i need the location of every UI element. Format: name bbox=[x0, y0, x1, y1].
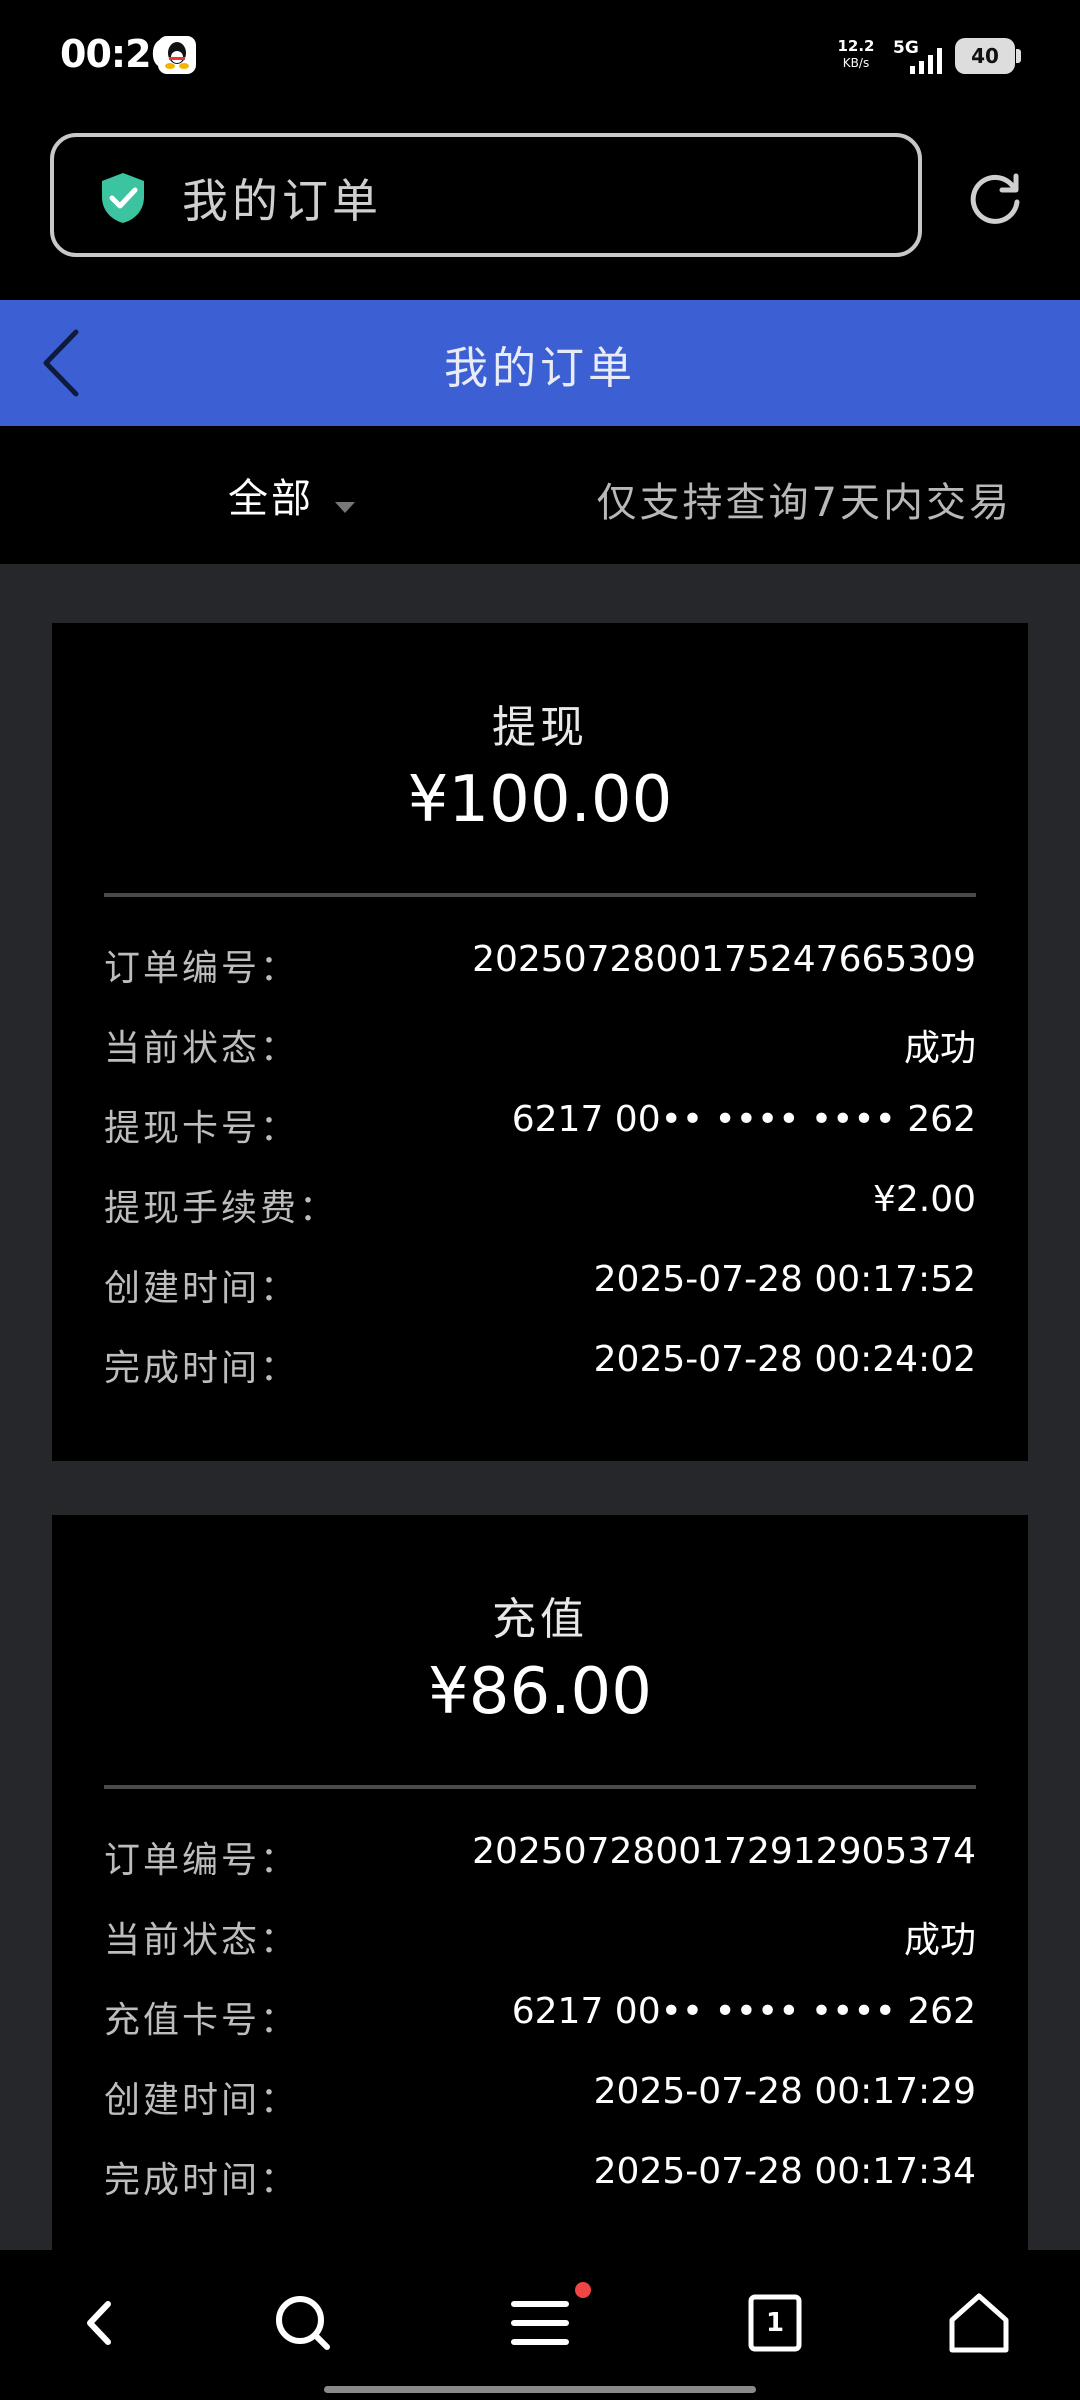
shield-check-icon bbox=[102, 173, 144, 223]
detail-label: 提现卡号： bbox=[104, 1108, 300, 1149]
created-time-row: 创建时间： 2025-07-28 00:17:52 bbox=[104, 1259, 976, 1319]
refresh-icon[interactable] bbox=[966, 170, 1024, 228]
detail-value: 成功 bbox=[903, 1920, 976, 1961]
divider bbox=[104, 1785, 976, 1789]
tabs-button[interactable]: 1 bbox=[742, 2290, 808, 2356]
order-status-row: 当前状态： 成功 bbox=[104, 1911, 976, 1971]
notification-dot bbox=[575, 2282, 591, 2298]
detail-value: 2025-07-28 00:17:34 bbox=[593, 2151, 976, 2192]
battery-icon: 40 bbox=[955, 38, 1015, 74]
order-type-dropdown[interactable]: 全部 bbox=[228, 466, 356, 524]
order-type: 充值 bbox=[492, 1594, 588, 1645]
address-text: 我的订单 bbox=[182, 174, 382, 228]
page-header: 我的订单 bbox=[0, 300, 1080, 426]
detail-value: 2025-07-28 00:17:29 bbox=[593, 2071, 976, 2112]
network-speed-unit: KB/s bbox=[842, 56, 870, 70]
tab-count: 1 bbox=[765, 2308, 785, 2338]
status-bar: 00:26 12.2 KB/s 5G 40 bbox=[0, 0, 1080, 112]
order-amount: ¥100.00 bbox=[407, 763, 673, 837]
detail-label: 充值卡号： bbox=[104, 2000, 300, 2041]
divider bbox=[104, 893, 976, 897]
page-title: 我的订单 bbox=[444, 343, 636, 394]
order-number-row: 订单编号： 2025072800175247665309 bbox=[104, 939, 976, 999]
screen: 00:26 12.2 KB/s 5G 40 我的订单 我的订单 全部 仅支持查询… bbox=[0, 0, 1080, 2400]
order-status-row: 当前状态： 成功 bbox=[104, 1019, 976, 1079]
completed-time-row: 完成时间： 2025-07-28 00:24:02 bbox=[104, 1339, 976, 1399]
card-number-row: 提现卡号： 6217 00•• •••• •••• 262 bbox=[104, 1099, 976, 1159]
search-icon[interactable] bbox=[270, 2290, 336, 2356]
created-time-row: 创建时间： 2025-07-28 00:17:29 bbox=[104, 2071, 976, 2131]
caret-down-icon bbox=[335, 502, 356, 513]
signal-strength-icon bbox=[910, 48, 942, 74]
order-card: 提现 ¥100.00 订单编号： 2025072800175247665309 … bbox=[52, 623, 1028, 1461]
card-number-row: 充值卡号： 6217 00•• •••• •••• 262 bbox=[104, 1991, 976, 2051]
detail-label: 创建时间： bbox=[104, 1268, 300, 1309]
detail-value: ¥2.00 bbox=[872, 1179, 976, 1220]
home-icon[interactable] bbox=[946, 2290, 1012, 2356]
menu-icon[interactable] bbox=[508, 2290, 574, 2356]
completed-time-row: 完成时间： 2025-07-28 00:17:34 bbox=[104, 2151, 976, 2211]
back-icon[interactable] bbox=[68, 2290, 134, 2356]
fee-row: 提现手续费： ¥2.00 bbox=[104, 1179, 976, 1239]
detail-label: 订单编号： bbox=[104, 948, 300, 989]
detail-value: 2025072800172912905374 bbox=[472, 1831, 976, 1872]
detail-value: 成功 bbox=[903, 1028, 976, 1069]
detail-value: 6217 00•• •••• •••• 262 bbox=[511, 1099, 976, 1140]
detail-label: 订单编号： bbox=[104, 1840, 300, 1881]
filter-row: 全部 仅支持查询7天内交易 bbox=[0, 426, 1080, 564]
qq-notification-icon bbox=[158, 36, 196, 74]
order-type-selected: 全部 bbox=[228, 476, 314, 522]
address-bar[interactable]: 我的订单 bbox=[50, 133, 922, 257]
detail-value: 2025072800175247665309 bbox=[472, 939, 976, 980]
battery-terminal bbox=[1016, 49, 1021, 63]
network-speed: 12.2 KB/s bbox=[836, 38, 876, 72]
detail-value: 6217 00•• •••• •••• 262 bbox=[511, 1991, 976, 2032]
detail-label: 当前状态： bbox=[104, 1028, 300, 1069]
home-indicator[interactable] bbox=[324, 2386, 756, 2393]
bottom-nav: 1 bbox=[0, 2250, 1080, 2400]
order-type: 提现 bbox=[492, 702, 588, 753]
query-range-note: 仅支持查询7天内交易 bbox=[596, 480, 1012, 526]
order-card: 充值 ¥86.00 订单编号： 2025072800172912905374 当… bbox=[52, 1515, 1028, 2250]
detail-value: 2025-07-28 00:17:52 bbox=[593, 1259, 976, 1300]
detail-label: 完成时间： bbox=[104, 2160, 300, 2201]
order-list[interactable]: 提现 ¥100.00 订单编号： 2025072800175247665309 … bbox=[0, 564, 1080, 2250]
detail-value: 2025-07-28 00:24:02 bbox=[593, 1339, 976, 1380]
detail-label: 提现手续费： bbox=[104, 1188, 339, 1229]
order-amount: ¥86.00 bbox=[428, 1655, 652, 1729]
detail-label: 创建时间： bbox=[104, 2080, 300, 2121]
network-speed-value: 12.2 bbox=[837, 37, 875, 55]
detail-label: 完成时间： bbox=[104, 1348, 300, 1389]
detail-label: 当前状态： bbox=[104, 1920, 300, 1961]
order-number-row: 订单编号： 2025072800172912905374 bbox=[104, 1831, 976, 1891]
